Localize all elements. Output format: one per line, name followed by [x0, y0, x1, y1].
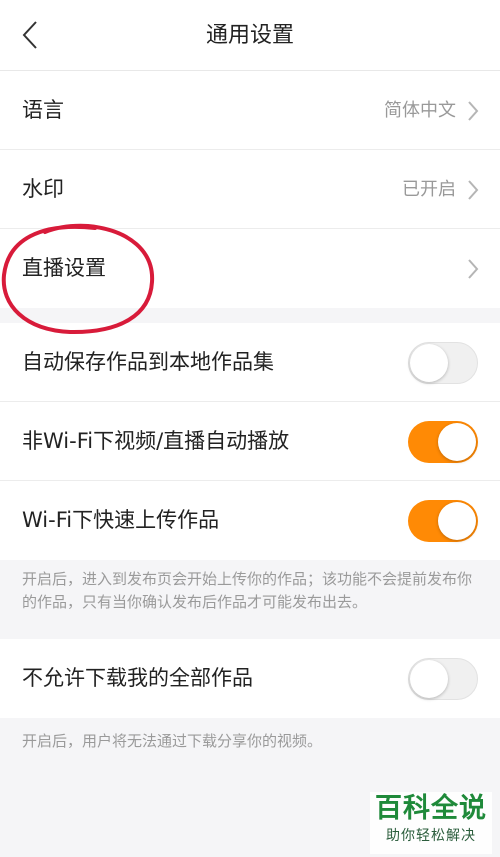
chevron-right-icon: [468, 101, 479, 121]
watermark-logo-main: 百科全说: [375, 793, 487, 824]
nav-bar: 通用设置: [0, 0, 500, 71]
live-settings-label: 直播设置: [22, 256, 106, 280]
fast-upload-toggle[interactable]: [408, 500, 478, 542]
page-title: 通用设置: [205, 23, 294, 48]
toggle-knob: [410, 660, 448, 698]
autosave-toggle[interactable]: [408, 342, 478, 384]
watermark-label: 水印: [22, 177, 64, 201]
autosave-label: 自动保存作品到本地作品集: [22, 350, 274, 374]
chevron-right-icon: [468, 259, 479, 279]
no-download-label: 不允许下载我的全部作品: [22, 666, 253, 690]
watermark-row[interactable]: 水印 已开启: [0, 150, 500, 229]
live-settings-row[interactable]: 直播设置: [0, 229, 500, 308]
toggle-knob: [438, 423, 476, 461]
upload-settings-group: 自动保存作品到本地作品集 非Wi-Fi下视频/直播自动播放 Wi-Fi下快速上传…: [0, 323, 500, 560]
no-download-toggle[interactable]: [408, 658, 478, 700]
no-download-note: 开启后，用户将无法通过下载分享你的视频。: [22, 732, 323, 750]
chevron-right-icon: [468, 180, 479, 200]
language-value: 简体中文: [384, 100, 456, 121]
watermark-value: 已开启: [402, 179, 456, 200]
autoplay-toggle[interactable]: [408, 421, 478, 463]
fast-upload-label: Wi-Fi下快速上传作品: [22, 508, 220, 532]
no-download-row: 不允许下载我的全部作品: [0, 639, 500, 718]
toggle-knob: [410, 344, 448, 382]
toggle-knob: [438, 502, 476, 540]
autoplay-label: 非Wi-Fi下视频/直播自动播放: [22, 429, 290, 453]
download-settings-group: 不允许下载我的全部作品: [0, 639, 500, 718]
autoplay-row: 非Wi-Fi下视频/直播自动播放: [0, 402, 500, 481]
language-label: 语言: [22, 98, 64, 122]
autosave-row: 自动保存作品到本地作品集: [0, 323, 500, 402]
watermark-logo: 百科全说 助你轻松解决: [370, 792, 492, 854]
watermark-logo-sub: 助你轻松解决: [386, 828, 476, 844]
general-settings-group: 语言 简体中文 水印 已开启 直播设置: [0, 71, 500, 308]
fast-upload-row: Wi-Fi下快速上传作品: [0, 481, 500, 560]
language-row[interactable]: 语言 简体中文: [0, 71, 500, 150]
fast-upload-note: 开启后，进入到发布页会开始上传你的作品；该功能不会提前发布你的作品，只有当你确认…: [22, 570, 473, 611]
